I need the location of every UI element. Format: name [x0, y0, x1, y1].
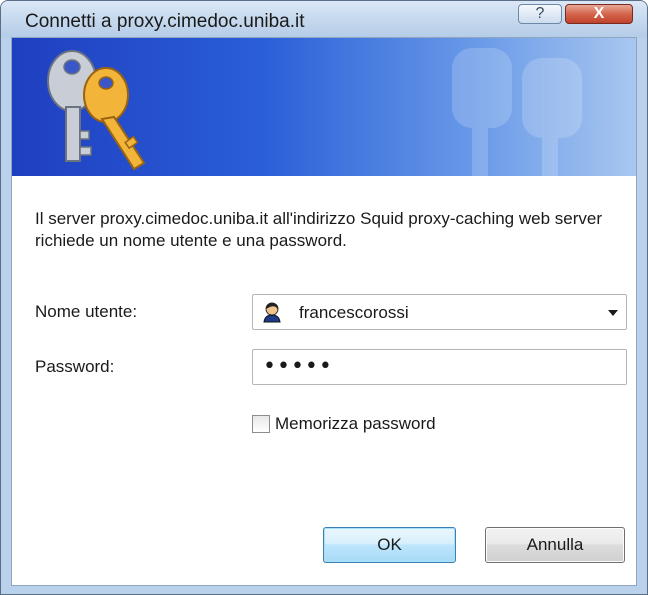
dialog-body: Il server proxy.cimedoc.uniba.it all'ind…	[11, 37, 637, 586]
chevron-down-icon[interactable]	[608, 310, 618, 316]
title-bar[interactable]: Connetti a proxy.cimedoc.uniba.it ? X	[1, 1, 647, 37]
username-value: francescorossi	[299, 303, 409, 322]
remember-password-label[interactable]: Memorizza password	[275, 414, 436, 434]
watermark-keys-icon	[452, 48, 582, 176]
help-button[interactable]: ?	[518, 4, 562, 24]
password-label: Password:	[35, 357, 115, 376]
banner	[12, 38, 636, 176]
keys-icon	[47, 50, 146, 171]
user-icon	[263, 302, 281, 323]
password-field[interactable]: •••••	[252, 349, 627, 385]
remember-password-checkbox[interactable]	[252, 415, 270, 433]
auth-message: Il server proxy.cimedoc.uniba.it all'ind…	[35, 209, 603, 250]
window-title: Connetti a proxy.cimedoc.uniba.it	[25, 11, 305, 32]
close-icon: X	[593, 5, 605, 22]
ok-button-label: OK	[377, 535, 402, 554]
cancel-button[interactable]: Annulla	[485, 527, 625, 563]
cancel-button-label: Annulla	[526, 535, 584, 554]
username-combobox[interactable]: francescorossi	[252, 294, 627, 330]
password-value: •••••	[263, 354, 333, 379]
help-icon: ?	[535, 5, 545, 22]
close-button[interactable]: X	[565, 4, 633, 24]
dialog-window: Connetti a proxy.cimedoc.uniba.it ? X Il…	[0, 0, 648, 595]
ok-button[interactable]: OK	[323, 527, 456, 563]
username-label: Nome utente:	[35, 302, 138, 321]
